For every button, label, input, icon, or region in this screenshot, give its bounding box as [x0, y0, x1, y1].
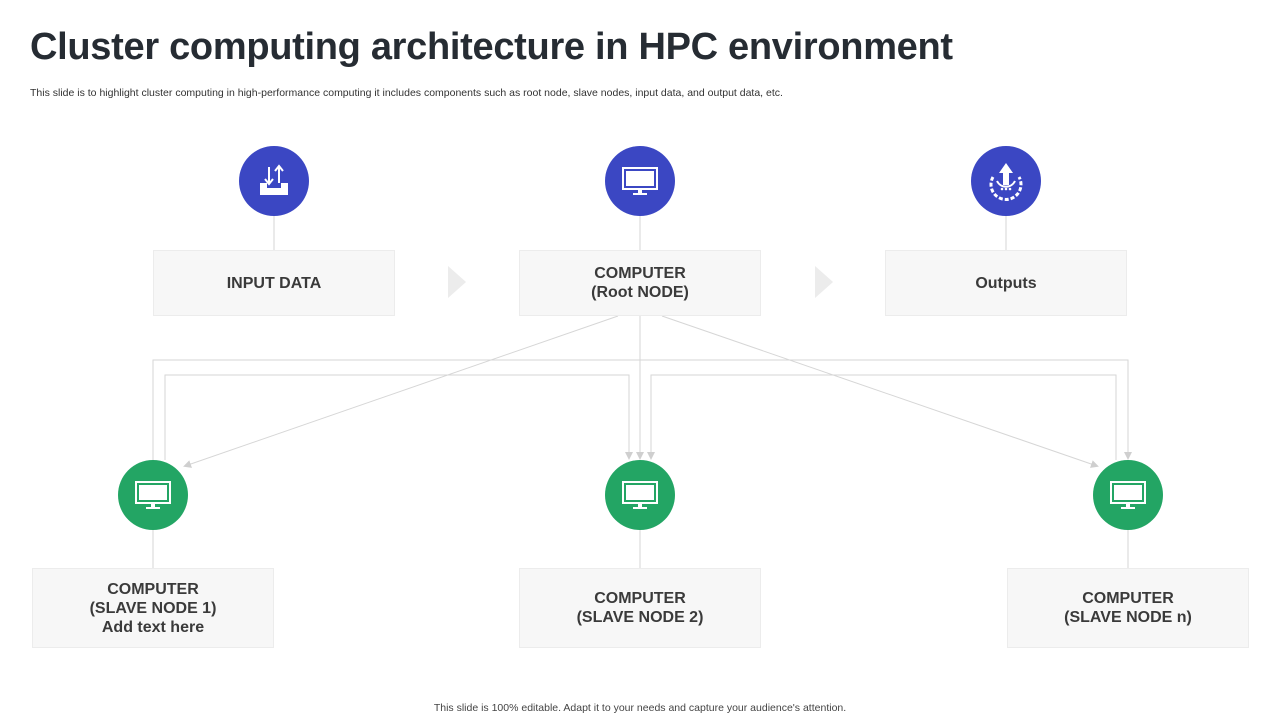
chevron-right-icon [448, 266, 466, 298]
slave-node-n-box: COMPUTER (SLAVE NODE n) [1007, 568, 1249, 648]
root-node-box: COMPUTER (Root NODE) [519, 250, 761, 316]
monitor-icon [135, 481, 171, 509]
slave-node-n-line1: COMPUTER [1082, 590, 1174, 607]
input-data-circle [239, 146, 309, 216]
monitor-icon [622, 167, 658, 195]
outputs-box: Outputs [885, 250, 1127, 316]
slave-node-n-circle [1093, 460, 1163, 530]
slave-node-1-circle [118, 460, 188, 530]
footer-note: This slide is 100% editable. Adapt it to… [433, 702, 847, 714]
chevron-right-icon [815, 266, 833, 298]
loop-inner-right [647, 374, 1117, 460]
outputs-label: Outputs [975, 274, 1037, 292]
input-data-label: INPUT DATA [226, 274, 322, 292]
slave-node-1-box: COMPUTER (SLAVE NODE 1) Add text here [32, 568, 274, 648]
slave-node-2-box: COMPUTER (SLAVE NODE 2) [519, 568, 761, 648]
slave-node-1-line1: COMPUTER [107, 580, 199, 598]
slave-node-2-line2: (SLAVE NODE 2) [576, 609, 704, 626]
root-node-line2: (Root NODE) [591, 284, 689, 301]
monitor-icon [1110, 481, 1146, 509]
slave-node-1-line2: (SLAVE NODE 1) [89, 599, 217, 617]
root-node-line1: COMPUTER [594, 265, 686, 282]
rocket-gear-icon [989, 163, 1023, 201]
outputs-circle [971, 146, 1041, 216]
arrow-root-to-slave-1 [183, 315, 619, 468]
loop-inner-left [164, 374, 633, 460]
slave-node-2-line1: COMPUTER [594, 590, 686, 607]
input-data-box: INPUT DATA [153, 250, 395, 316]
monitor-icon [622, 481, 658, 509]
slave-node-1-line3: Add text here [101, 618, 205, 636]
slave-node-2-circle [605, 460, 675, 530]
arrow-root-to-slave-n [661, 315, 1099, 468]
upload-download-icon [260, 164, 288, 195]
root-node-circle [605, 146, 675, 216]
slave-node-n-line2: (SLAVE NODE n) [1064, 609, 1192, 626]
